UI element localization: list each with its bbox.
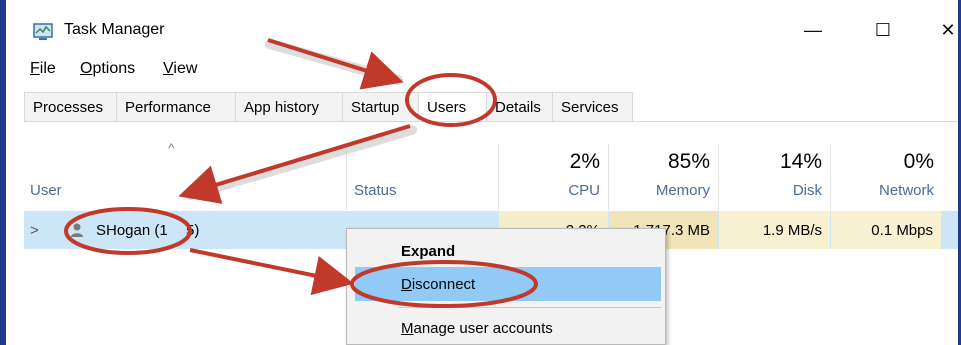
tab-performance[interactable]: Performance <box>117 92 236 122</box>
user-avatar-icon <box>70 211 90 249</box>
user-name-tail: 5) <box>186 221 200 239</box>
column-header-cpu[interactable]: CPU <box>544 182 600 199</box>
tab-app-history[interactable]: App history <box>236 92 343 122</box>
context-menu: Expand Disconnect Manage user accounts <box>346 228 666 345</box>
context-menu-separator <box>399 307 661 308</box>
tab-services[interactable]: Services <box>553 92 633 122</box>
sort-indicator[interactable]: ^ <box>168 140 175 156</box>
minimize-button[interactable]: — <box>791 12 835 48</box>
cpu-percent: 2% <box>569 150 600 173</box>
column-separator <box>608 144 609 210</box>
column-separator <box>718 144 719 210</box>
menu-file[interactable]: File <box>30 60 56 78</box>
network-percent: 0% <box>903 150 934 173</box>
disk-percent: 14% <box>779 150 822 173</box>
user-network: 0.1 Mbps <box>831 211 941 249</box>
close-button[interactable]: ✕ <box>926 12 961 48</box>
tab-processes[interactable]: Processes <box>24 92 117 122</box>
context-menu-expand[interactable]: Expand <box>347 234 665 268</box>
window-title: Task Manager <box>64 21 165 38</box>
column-header-network[interactable]: Network <box>844 182 934 199</box>
menu-options[interactable]: Options <box>80 60 135 78</box>
column-header-user[interactable]: User <box>30 182 62 199</box>
column-header-disk[interactable]: Disk <box>744 182 822 199</box>
memory-percent: 85% <box>667 150 710 173</box>
title-bar: Task Manager — ☐ ✕ <box>6 0 958 50</box>
user-name: SHogan (1 <box>96 221 168 239</box>
tab-strip: Processes Performance App history Startu… <box>24 92 633 122</box>
tab-details[interactable]: Details <box>487 92 553 122</box>
window-frame-left <box>0 0 6 345</box>
maximize-button[interactable]: ☐ <box>861 12 905 48</box>
user-disk: 1.9 MB/s <box>719 211 830 249</box>
context-menu-manage-user-accounts[interactable]: Manage user accounts <box>347 311 665 345</box>
context-menu-disconnect[interactable]: Disconnect <box>355 267 661 301</box>
column-separator <box>346 144 347 210</box>
column-separator <box>830 144 831 210</box>
content-divider <box>24 121 958 122</box>
column-header-memory[interactable]: Memory <box>624 182 710 199</box>
task-manager-icon <box>33 23 53 40</box>
expand-chevron-icon[interactable]: > <box>30 211 46 249</box>
column-header-status[interactable]: Status <box>354 182 397 199</box>
tab-startup[interactable]: Startup <box>343 92 419 122</box>
tab-users[interactable]: Users <box>419 92 487 122</box>
column-separator <box>498 144 499 210</box>
menu-view[interactable]: View <box>163 60 197 78</box>
